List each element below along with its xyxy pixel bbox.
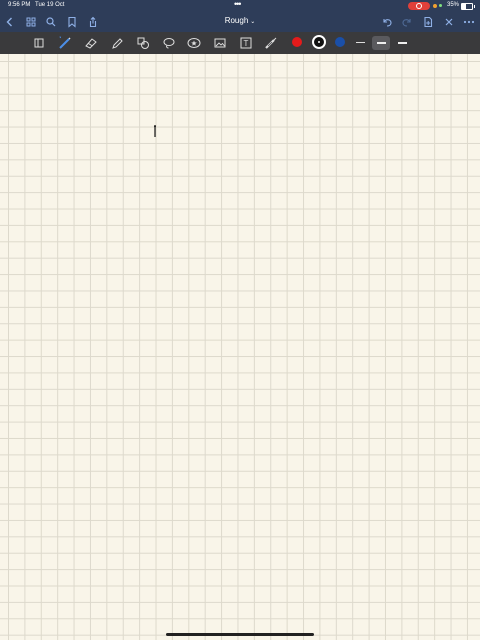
drawing-toolbar: T [0,32,480,54]
color-black-swatch[interactable] [312,35,326,49]
scan-icon[interactable] [31,35,47,51]
ink-mark [154,125,156,137]
laser-icon[interactable] [263,35,279,51]
stroke-medium[interactable] [377,42,386,44]
stroke-thick[interactable] [398,42,407,44]
stroke-thin[interactable] [356,42,365,43]
highlighter-icon[interactable] [109,35,125,51]
home-indicator[interactable] [166,633,314,636]
status-time: 9:56 PM [8,2,31,8]
status-date: Tue 19 Oct [35,2,65,8]
redo-icon[interactable] [400,15,414,29]
share-icon[interactable] [86,15,100,29]
selected-indicator [318,41,320,43]
more-icon[interactable] [462,15,476,29]
undo-icon[interactable] [380,15,394,29]
note-canvas[interactable] [0,54,480,640]
multitasking-dots[interactable]: ••• [234,0,242,9]
lasso-icon[interactable] [161,35,177,51]
image-icon[interactable] [212,35,228,51]
grid-icon[interactable] [24,15,38,29]
camera-in-use-icon [439,4,442,7]
eraser-icon[interactable] [83,35,99,51]
color-red-swatch[interactable] [292,37,302,47]
search-icon[interactable] [44,15,58,29]
document-title-text: Rough [224,16,249,25]
screen-recording-indicator[interactable] [408,2,430,10]
bookmark-icon[interactable] [65,15,79,29]
text-tool[interactable]: T [238,35,254,51]
pen-icon[interactable] [57,35,73,51]
chevron-down-icon: ⌄ [250,19,256,25]
document-title[interactable]: Rough ⌄ [210,16,270,25]
back-icon[interactable] [3,15,17,29]
elements-icon[interactable] [186,35,202,51]
close-icon[interactable] [442,15,456,29]
add-page-icon[interactable] [421,15,435,29]
record-icon [416,3,422,9]
battery-percent: 35% [447,2,460,8]
text-icon: T [244,39,249,48]
battery-fill [462,4,466,9]
battery-icon [461,3,475,10]
nav-bar: Rough ⌄ [0,12,480,32]
status-bar: 9:56 PM Tue 19 Oct ••• 35% [0,0,480,12]
mic-in-use-icon [433,4,437,8]
color-blue-swatch[interactable] [335,37,345,47]
shapes-icon[interactable] [135,35,151,51]
